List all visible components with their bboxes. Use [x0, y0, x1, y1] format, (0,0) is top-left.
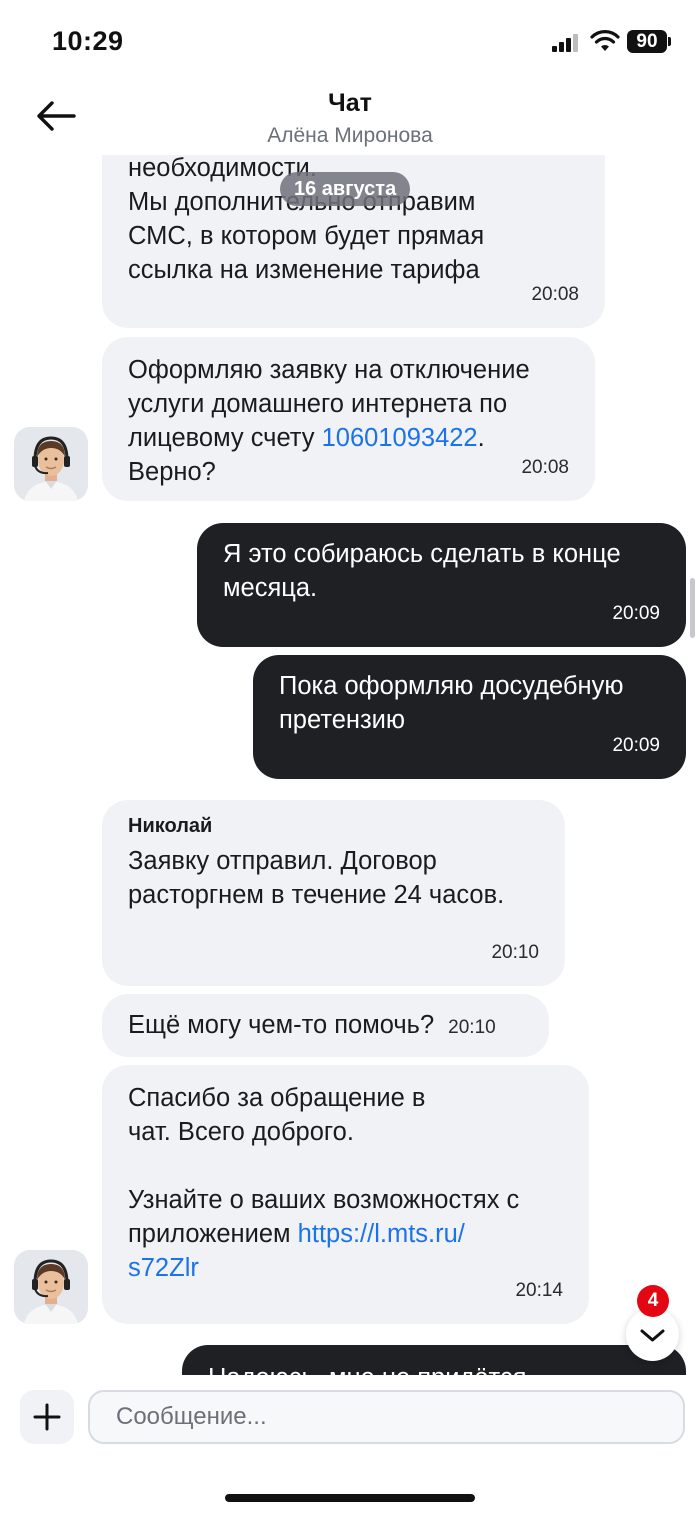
home-indicator — [225, 1494, 475, 1502]
message-time: 20:10 — [448, 1017, 496, 1038]
message-incoming: Ещё могу чем-то помочь? 20:10 — [102, 994, 549, 1057]
message-time: 20:09 — [612, 603, 660, 624]
battery-tip — [668, 37, 671, 46]
message-outgoing: Я это собираюсь сделать в конце месяца. … — [197, 523, 686, 647]
chat-subtitle: Алёна Миронова — [267, 124, 433, 147]
message-incoming: Оформляю заявку на отключение услуги дом… — [102, 337, 595, 501]
message-text: Ещё могу чем-то помочь? 20:10 — [128, 1011, 496, 1039]
message-time: 20:14 — [515, 1280, 563, 1301]
attach-button[interactable] — [20, 1390, 74, 1444]
account-link[interactable]: 10601093422 — [322, 424, 478, 452]
message-outgoing: Пока оформляю досудебную претензию 20:09 — [253, 655, 686, 779]
message-time: 20:09 — [612, 735, 660, 756]
message-incoming: Спасибо за обращение в чат. Всего доброг… — [102, 1065, 589, 1324]
message-incoming: Николай Заявку отправил. Договор расторг… — [102, 800, 565, 986]
unread-badge: 4 — [637, 1285, 669, 1317]
message-text: Пока оформляю досудебную претензию — [279, 672, 624, 734]
operator-avatar — [14, 427, 88, 501]
message-text: Спасибо за обращение в чат. Всего доброг… — [128, 1084, 520, 1282]
message-text: Оформляю заявку на отключение услуги дом… — [128, 356, 530, 486]
message-input[interactable] — [88, 1390, 685, 1444]
date-separator: 16 августа — [280, 172, 411, 206]
message-text: Заявку отправил. Договор расторгнем в те… — [128, 847, 505, 909]
plus-icon — [33, 1403, 61, 1431]
message-text: Надеюсь, мне не придётся — [208, 1361, 660, 1375]
message-list[interactable]: необходимости. Мы дополнительно отправим… — [0, 155, 700, 1375]
status-time: 10:29 — [52, 26, 124, 56]
message-time: 20:08 — [521, 457, 569, 478]
sender-name: Николай — [128, 815, 213, 837]
message-text: Я это собираюсь сделать в конце месяца. — [223, 540, 621, 602]
message-outgoing: Надеюсь, мне не придётся — [182, 1345, 686, 1375]
message-time: 20:08 — [531, 284, 579, 305]
cellular-signal-icon — [552, 34, 578, 52]
battery-icon: 90 — [627, 30, 667, 53]
scrollbar[interactable] — [690, 578, 695, 638]
wifi-icon — [590, 30, 620, 51]
chat-title: Чат — [328, 89, 372, 117]
operator-avatar — [14, 1250, 88, 1324]
message-time: 20:10 — [491, 942, 539, 963]
